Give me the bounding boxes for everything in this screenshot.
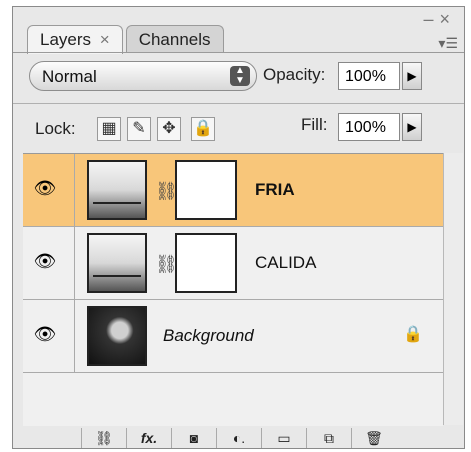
- tab-bar: Layers × Channels: [27, 25, 227, 54]
- scrollbar[interactable]: [443, 153, 463, 425]
- fill-field[interactable]: 100%: [338, 113, 400, 141]
- new-layer-icon[interactable]: ⧉: [306, 428, 351, 448]
- bottom-toolbar: ⛓ fx. ◙ ◐. ▭ ⧉ 🗑: [23, 427, 463, 449]
- lock-image-icon[interactable]: ✎: [127, 117, 151, 141]
- layer-mask-thumbnail[interactable]: [175, 160, 237, 220]
- eye-icon[interactable]: 👁: [33, 324, 57, 344]
- eye-icon[interactable]: 👁: [33, 178, 57, 198]
- background-thumbnail[interactable]: [87, 306, 147, 366]
- layer-row-calida[interactable]: 👁 ⛓ CALIDA: [23, 227, 443, 300]
- minimize-icon[interactable]: –: [423, 9, 439, 29]
- tab-close-icon[interactable]: ×: [100, 30, 110, 49]
- layer-mask-icon[interactable]: ◙: [171, 428, 216, 448]
- layer-mask-thumbnail[interactable]: [175, 233, 237, 293]
- tab-layers[interactable]: Layers ×: [27, 25, 123, 54]
- layer-row-fria[interactable]: 👁 ⛓ FRIA: [23, 154, 443, 227]
- layer-name[interactable]: CALIDA: [255, 253, 316, 273]
- eye-icon[interactable]: 👁: [33, 251, 57, 271]
- lock-icon: 🔒: [403, 326, 423, 343]
- tab-channels-label: Channels: [138, 30, 211, 49]
- fx-icon[interactable]: fx.: [126, 428, 171, 448]
- layers-panel: –× ▾☰ Layers × Channels Normal ▲ ▼ Opacit…: [12, 6, 465, 449]
- fill-label: Fill:: [301, 115, 328, 134]
- lock-position-icon[interactable]: ✥: [157, 117, 181, 141]
- adjustment-layer-icon[interactable]: ◐.: [216, 428, 261, 448]
- layers-list: 👁 ⛓ FRIA 👁 ⛓ CALIDA 👁 Background 🔒: [23, 153, 443, 426]
- layer-row-background[interactable]: 👁 Background 🔒: [23, 300, 443, 373]
- opacity-label: Opacity:: [263, 65, 326, 84]
- panel-menu-icon[interactable]: ▾☰: [438, 35, 458, 52]
- tab-divider: [13, 52, 464, 53]
- lock-transparent-icon[interactable]: ▦: [97, 117, 121, 141]
- lock-all-icon[interactable]: 🔒: [191, 117, 215, 141]
- layer-name[interactable]: Background: [163, 326, 254, 346]
- lock-label: Lock:: [35, 119, 76, 138]
- tab-layers-label: Layers: [40, 30, 92, 49]
- blend-mode-value: Normal: [42, 67, 97, 86]
- layer-name[interactable]: FRIA: [255, 180, 295, 200]
- window-controls: –×: [423, 9, 456, 30]
- fill-arrow-icon[interactable]: ▶: [402, 113, 422, 141]
- select-arrows-icon: ▲ ▼: [230, 66, 250, 86]
- curves-thumbnail[interactable]: [87, 160, 147, 220]
- trash-icon[interactable]: 🗑: [351, 428, 396, 448]
- curves-thumbnail[interactable]: [87, 233, 147, 293]
- group-folder-icon[interactable]: ▭: [261, 428, 306, 448]
- link-layers-icon[interactable]: ⛓: [81, 428, 126, 448]
- divider: [13, 103, 464, 104]
- close-icon[interactable]: ×: [439, 9, 456, 29]
- opacity-arrow-icon[interactable]: ▶: [402, 62, 422, 90]
- blend-mode-select[interactable]: Normal ▲ ▼: [29, 61, 257, 91]
- opacity-field[interactable]: 100%: [338, 62, 400, 90]
- tab-channels[interactable]: Channels: [125, 25, 224, 52]
